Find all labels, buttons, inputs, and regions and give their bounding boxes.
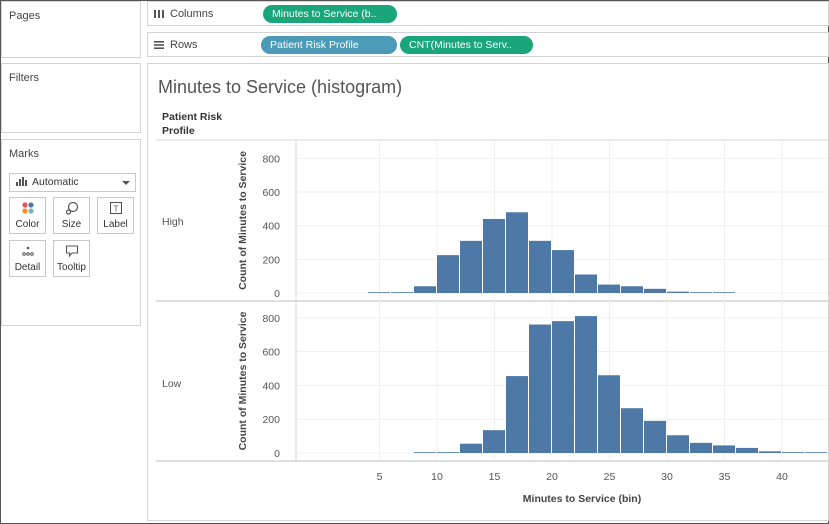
mark-type-dropdown[interactable]: Automatic [9, 173, 136, 192]
detail-button[interactable]: Detail [9, 240, 46, 277]
view-area: Minutes to Service (histogram) Patient R… [147, 63, 829, 521]
marks-card-title: Marks [9, 148, 39, 160]
histogram-bar [575, 316, 597, 453]
histogram-bar [782, 452, 804, 453]
size-button[interactable]: Size [53, 197, 90, 234]
y-tick-label: 0 [274, 448, 280, 460]
x-tick-label: 30 [661, 471, 673, 483]
histogram-bar [437, 452, 459, 453]
histogram-chart[interactable]: 0200400600800High Count of Minutes to Ser… [148, 64, 828, 520]
histogram-bar [690, 292, 712, 293]
row-header-low: Low [162, 378, 182, 390]
histogram-bar [690, 442, 712, 453]
histogram-bar [483, 218, 505, 293]
x-axis-title: Minutes to Service (bin) [523, 493, 641, 505]
histogram-bar [414, 286, 436, 293]
histogram-bar [552, 250, 574, 293]
histogram-bar [460, 240, 482, 293]
mark-type-label: Automatic [32, 176, 79, 188]
label-button[interactable]: T Label [97, 197, 134, 234]
detail-button-label: Detail [14, 262, 41, 273]
pages-card-title: Pages [9, 10, 41, 22]
y-tick-label: 0 [274, 288, 280, 300]
histogram-bar [437, 255, 459, 293]
histogram-bar [736, 447, 758, 453]
tooltip-button[interactable]: Tooltip [53, 240, 90, 277]
label-icon: T [98, 201, 133, 215]
svg-text:T: T [113, 204, 118, 214]
columns-pill-minutes-bin[interactable]: Minutes to Service (b.. [263, 5, 397, 23]
histogram-bar [598, 284, 620, 293]
x-tick-label: 10 [431, 471, 443, 483]
row-header-high: High [162, 216, 184, 228]
histogram-bar [414, 452, 436, 453]
marks-card: Marks Automatic Color Size T Label Detai… [1, 139, 141, 326]
histogram-bar [391, 292, 413, 293]
rows-shelf[interactable]: Rows Patient Risk Profile CNT(Minutes to… [147, 32, 829, 57]
histogram-bar [529, 240, 551, 293]
histogram-bar [667, 435, 689, 453]
columns-label-text: Columns [170, 8, 214, 20]
y-tick-label: 800 [262, 153, 280, 165]
rows-shelf-label: Rows [154, 39, 198, 51]
histogram-bar [460, 443, 482, 453]
histogram-bar [621, 286, 643, 293]
y-tick-label: 800 [262, 313, 280, 325]
histogram-bar [644, 288, 666, 293]
rows-pill-count-minutes[interactable]: CNT(Minutes to Serv.. [400, 36, 533, 54]
histogram-bar [598, 375, 620, 453]
x-tick-label: 25 [604, 471, 616, 483]
filters-card-title: Filters [9, 72, 39, 84]
chevron-down-icon [122, 181, 130, 185]
columns-shelf[interactable]: Columns Minutes to Service (b.. [147, 1, 829, 26]
histogram-bar [575, 274, 597, 293]
x-tick-label: 35 [719, 471, 731, 483]
x-tick-label: 5 [377, 471, 383, 483]
color-icon [10, 201, 45, 215]
histogram-bar [667, 291, 689, 293]
histogram-bar [506, 212, 528, 293]
y-axis-title: Count of Minutes to Service [237, 311, 249, 450]
y-tick-label: 600 [262, 347, 280, 359]
rows-icon [154, 41, 164, 49]
histogram-bar [483, 430, 505, 453]
histogram-bar [759, 451, 781, 453]
tooltip-button-label: Tooltip [57, 262, 86, 273]
histogram-bar [506, 376, 528, 453]
histogram-bar [644, 420, 666, 453]
detail-icon [10, 244, 45, 258]
pages-card[interactable]: Pages [1, 1, 141, 58]
size-button-label: Size [61, 219, 82, 230]
histogram-bar [805, 452, 827, 453]
color-button[interactable]: Color [9, 197, 46, 234]
x-tick-label: 20 [546, 471, 558, 483]
histogram-bar [368, 292, 390, 293]
label-button-label: Label [103, 219, 128, 230]
y-tick-label: 400 [262, 221, 280, 233]
y-tick-label: 400 [262, 380, 280, 392]
y-axis-title: Count of Minutes to Service [237, 151, 249, 290]
y-tick-label: 200 [262, 254, 280, 266]
x-tick-label: 15 [489, 471, 501, 483]
histogram-bar [552, 321, 574, 453]
rows-pill-patient-risk-profile[interactable]: Patient Risk Profile [261, 36, 397, 54]
histogram-bar [713, 292, 735, 293]
filters-card[interactable]: Filters [1, 63, 141, 133]
columns-shelf-label: Columns [154, 8, 213, 20]
histogram-bar [621, 408, 643, 453]
columns-icon [154, 10, 164, 18]
y-tick-label: 600 [262, 187, 280, 199]
histogram-bar [529, 324, 551, 453]
bar-chart-icon [16, 176, 28, 186]
x-tick-label: 40 [776, 471, 788, 483]
rows-label-text: Rows [170, 39, 198, 51]
histogram-bar [713, 445, 735, 453]
size-icon [54, 201, 89, 215]
y-tick-label: 200 [262, 414, 280, 426]
color-button-label: Color [15, 219, 40, 230]
tooltip-icon [54, 244, 89, 258]
